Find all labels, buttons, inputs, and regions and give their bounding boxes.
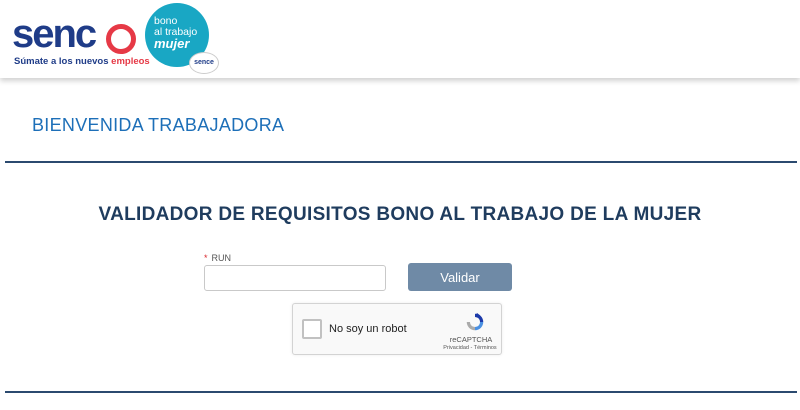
required-mark: * xyxy=(204,253,208,263)
sence-logo-e-mark xyxy=(106,24,136,54)
page-title: VALIDADOR DE REQUISITOS BONO AL TRABAJO … xyxy=(98,204,702,225)
sence-logo-word: senc xyxy=(12,12,97,56)
recaptcha-icon xyxy=(466,312,484,331)
divider-bottom xyxy=(5,391,797,393)
badge-line-mujer: mujer xyxy=(154,36,190,51)
run-input[interactable] xyxy=(204,265,386,291)
captcha-brand: reCAPTCHA xyxy=(449,335,493,344)
captcha-label: No soy un robot xyxy=(329,323,407,335)
validar-button[interactable]: Validar xyxy=(408,263,512,291)
site-header: senc Súmate a los nuevos empleos bono al… xyxy=(0,0,800,78)
sence-logo-tagline: Súmate a los nuevos empleos xyxy=(14,56,150,67)
divider-top xyxy=(5,161,797,163)
run-label: * RUN xyxy=(204,253,232,263)
captcha-checkbox[interactable] xyxy=(302,319,322,339)
captcha-privacy-terms[interactable]: Privacidad - Términos xyxy=(437,345,503,351)
sence-logo[interactable]: senc Súmate a los nuevos empleos xyxy=(12,12,150,72)
recaptcha-widget: No soy un robot reCAPTCHA Privacidad - T… xyxy=(292,303,502,355)
welcome-heading: BIENVENIDA TRABAJADORA xyxy=(32,115,285,135)
mini-sence-logo: sence xyxy=(189,52,219,74)
